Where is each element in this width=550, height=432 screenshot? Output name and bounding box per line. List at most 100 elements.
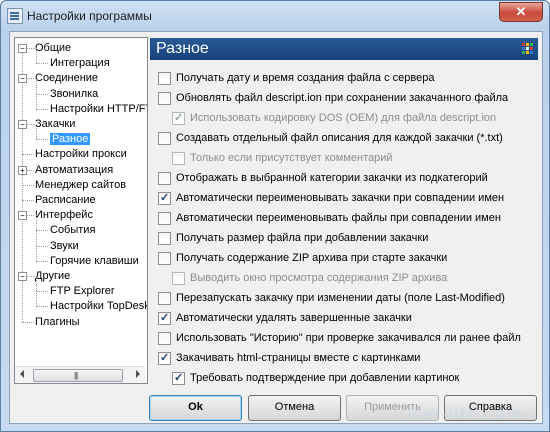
option-checkbox[interactable] <box>158 92 171 105</box>
scroll-left-icon[interactable] <box>20 370 24 378</box>
tree-item[interactable]: Разное <box>50 132 91 146</box>
tree-item-label: Интеграция <box>50 57 110 70</box>
option-checkbox[interactable] <box>158 190 171 206</box>
option-label: Использовать "Историю" при проверке зака… <box>176 332 521 344</box>
tree-item-label: Горячие клавиши <box>50 254 139 267</box>
expand-icon[interactable]: + <box>18 165 27 175</box>
panel-header: Разное <box>150 38 538 60</box>
option-checkbox[interactable] <box>158 232 171 245</box>
tree-item[interactable]: События <box>50 223 95 237</box>
tree-connector <box>36 276 37 292</box>
tree-connector <box>36 230 37 246</box>
option-label: Требовать подтверждение при добавлении к… <box>190 372 460 384</box>
tree-item[interactable]: Расписание <box>35 193 96 207</box>
option-label: Отображать в выбранной категории закачки… <box>176 172 488 184</box>
tree-item-label: Интерфейс <box>35 209 93 222</box>
tree-connector <box>36 48 37 64</box>
tree-connector <box>36 291 37 307</box>
tree-connector <box>36 63 48 65</box>
option-label: Закачивать html-страницы вместе с картин… <box>176 352 421 364</box>
tree-item[interactable]: Настройки HTTP/FTP <box>50 102 147 116</box>
tree-item[interactable]: Интерфейс <box>35 208 93 222</box>
collapse-icon[interactable]: − <box>18 211 27 221</box>
option-label: Автоматически переименовывать файлы при … <box>176 212 501 224</box>
tree-item-label: Автоматизация <box>35 163 114 176</box>
ok-button[interactable]: Ok <box>149 395 242 421</box>
tree-item[interactable]: Другие <box>35 269 70 283</box>
cancel-button[interactable]: Отмена <box>248 395 341 421</box>
tree-connector <box>36 93 37 109</box>
tree-item[interactable]: Менеджер сайтов <box>35 178 126 192</box>
tree-item[interactable]: Плагины <box>35 315 80 329</box>
option-checkbox[interactable] <box>158 350 171 366</box>
tree-item[interactable]: Интеграция <box>50 56 110 70</box>
tree-item-label: Настройки прокси <box>35 148 127 161</box>
collapse-icon[interactable]: − <box>18 44 27 53</box>
option-checkbox[interactable] <box>158 252 171 265</box>
option-label: Получать размер файла при добавлении зак… <box>176 232 429 244</box>
option-label: Получать дату и время создания файла с с… <box>176 72 435 84</box>
option-checkbox[interactable] <box>158 72 171 85</box>
option-checkbox[interactable] <box>158 212 171 225</box>
tree-connector <box>36 291 48 293</box>
tree-item[interactable]: Соединение <box>35 71 98 85</box>
tree-item[interactable]: Настройки TopDesk <box>50 299 148 313</box>
option-checkbox[interactable] <box>158 132 171 145</box>
tree-connector <box>36 139 48 141</box>
option-checkbox[interactable] <box>158 292 171 305</box>
option-checkbox[interactable] <box>172 370 185 386</box>
tree-item[interactable]: FTP Explorer <box>50 284 115 298</box>
tree-item[interactable]: Общие <box>35 41 71 55</box>
option-label: Выводить окно просмотра содержания ZIP а… <box>190 272 448 284</box>
collapse-icon[interactable]: − <box>18 120 27 129</box>
collapse-icon[interactable]: − <box>18 272 27 281</box>
tree-item-label: Закачки <box>35 118 76 130</box>
tree-item[interactable]: Звонилка <box>50 87 98 101</box>
tree-item[interactable]: Закачки <box>35 117 75 131</box>
settings-tree[interactable]: − Общие Интеграция − Соединение Звонилка Настр… <box>14 37 148 384</box>
tree-item[interactable]: Горячие клавиши <box>50 254 139 268</box>
options-list: Получать дату и время создания файла с с… <box>158 66 538 396</box>
tree-item-label: FTP Explorer <box>50 285 115 298</box>
tree-connector <box>22 184 34 186</box>
option-label: Только если присутствует комментарий <box>190 152 393 164</box>
scroll-right-icon[interactable] <box>136 370 140 378</box>
tree-connector <box>22 321 34 323</box>
tree-connector <box>36 93 48 95</box>
option-label: Автоматически переименовывать закачки пр… <box>176 192 505 204</box>
tree-item-label: Менеджер сайтов <box>35 178 127 191</box>
tree-connector <box>36 108 48 110</box>
tree-item[interactable]: Автоматизация <box>35 163 113 177</box>
tree-connector <box>36 260 48 262</box>
dialog-client-area: − Общие Интеграция − Соединение Звонилка Настр… <box>9 31 543 424</box>
tree-connector <box>36 245 37 261</box>
tree-item-label: Общие <box>35 42 72 54</box>
option-label: Использовать кодировку DOS (OEM) для фай… <box>190 112 497 124</box>
option-checkbox[interactable] <box>172 272 185 285</box>
tree-connector <box>36 245 48 247</box>
option-checkbox[interactable] <box>172 110 185 126</box>
option-checkbox[interactable] <box>172 152 185 165</box>
tree-item-label: Разное <box>50 133 91 146</box>
option-checkbox[interactable] <box>158 332 171 345</box>
tree-item-label: Настройки TopDesk <box>50 300 148 313</box>
option-label: Обновлять файл descript.ion при сохранен… <box>176 92 509 104</box>
scroll-thumb[interactable]: ||| <box>33 369 123 382</box>
tree-item-label: Звуки <box>50 239 79 252</box>
option-checkbox[interactable] <box>158 172 171 185</box>
title-bar[interactable]: Настройки программы ✕ <box>1 1 549 31</box>
option-checkbox[interactable] <box>158 310 171 326</box>
tree-horizontal-scrollbar[interactable]: ||| <box>15 366 145 383</box>
tree-connector <box>36 306 48 308</box>
tree-item[interactable]: Настройки прокси <box>35 147 127 161</box>
tree-connector <box>22 154 34 156</box>
option-label: Автоматически удалять завершенные закачк… <box>176 312 412 324</box>
tree-item-label: Соединение <box>35 72 99 85</box>
scroll-grip: ||| <box>74 371 78 380</box>
close-button[interactable]: ✕ <box>499 2 543 22</box>
collapse-icon[interactable]: − <box>18 74 27 84</box>
tree-connector <box>22 200 34 201</box>
tree-item[interactable]: Звуки <box>50 239 79 253</box>
app-icon <box>7 8 23 24</box>
tree-item-label: События <box>50 224 96 237</box>
